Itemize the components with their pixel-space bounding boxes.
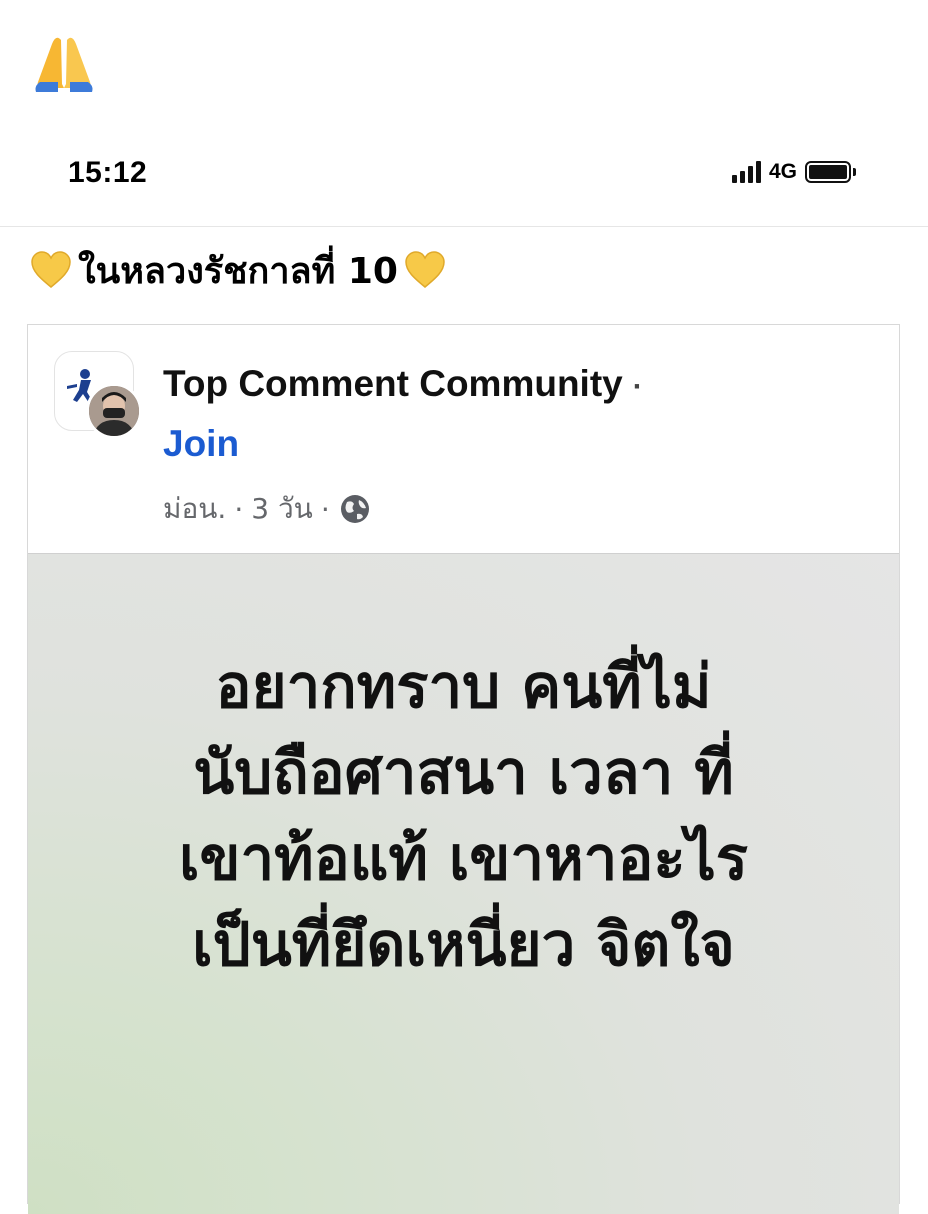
author-avatar[interactable] xyxy=(86,383,142,439)
caption-text: ในหลวงรัชกาลที่ 10 xyxy=(78,250,398,292)
globe-icon xyxy=(340,495,369,523)
signal-bars-icon xyxy=(732,161,761,183)
shared-post-card[interactable]: Top Comment Community · Join ม่อน. · 3 วั… xyxy=(27,324,900,1214)
image-text-line: อยากทราบ คนที่ไม่ xyxy=(215,652,712,722)
meta-separator: · xyxy=(234,492,244,526)
battery-icon xyxy=(805,161,857,183)
post-image-text: อยากทราบ คนที่ไม่ นับถือศาสนา เวลา ที่ เ… xyxy=(28,644,899,988)
person-avatar-icon xyxy=(89,386,139,436)
name-separator: · xyxy=(632,370,643,403)
group-name-link[interactable]: Top Comment Community · xyxy=(163,363,643,405)
image-text-line: เขาท้อแท้ เขาหาอะไร xyxy=(178,824,749,894)
image-text-line: นับถือศาสนา เวลา ที่ xyxy=(193,738,734,808)
post-image[interactable]: อยากทราบ คนที่ไม่ นับถือศาสนา เวลา ที่ เ… xyxy=(28,553,899,1214)
yellow-heart-icon xyxy=(405,251,445,288)
post-author[interactable]: ม่อน. xyxy=(163,487,226,531)
group-name[interactable]: Top Comment Community xyxy=(163,363,623,404)
status-bar: 15:12 4G xyxy=(0,150,928,200)
meta-separator: · xyxy=(320,492,330,526)
status-indicators: 4G xyxy=(732,160,857,184)
folded-hands-icon xyxy=(35,37,93,92)
image-text-line: เป็นที่ยึดเหนี่ยว จิตใจ xyxy=(192,910,735,980)
status-time: 15:12 xyxy=(68,156,148,189)
post-caption: ในหลวงรัชกาลที่ 10 xyxy=(30,240,446,300)
join-button[interactable]: Join xyxy=(163,423,239,465)
header-divider xyxy=(0,226,928,227)
post-header: Top Comment Community · Join ม่อน. · 3 วั… xyxy=(28,325,899,551)
post-time[interactable]: 3 วัน xyxy=(251,487,313,531)
network-type: 4G xyxy=(769,160,798,183)
yellow-heart-icon xyxy=(31,251,71,288)
post-meta: ม่อน. · 3 วัน · xyxy=(163,487,372,531)
